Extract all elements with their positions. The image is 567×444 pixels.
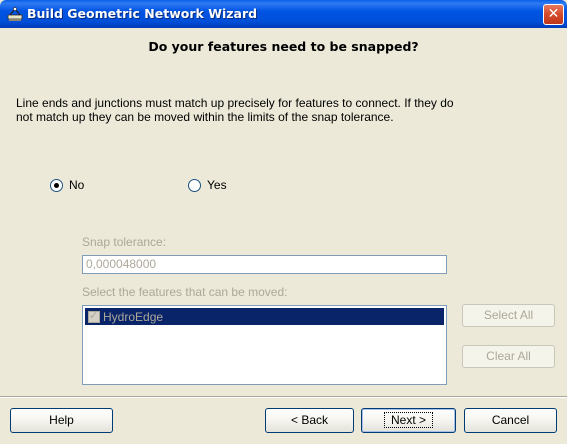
cancel-button[interactable]: Cancel [464,408,557,433]
close-icon: ✕ [547,6,560,22]
next-button[interactable]: Next > [361,408,456,433]
network-wizard-icon [7,7,23,21]
radio-yes[interactable]: Yes [188,178,227,192]
cancel-label: Cancel [491,413,530,427]
select-all-label: Select All [483,308,534,322]
title-bar[interactable]: Build Geometric Network Wizard ✕ [0,0,567,28]
features-listbox[interactable]: HydroEdge [82,305,447,385]
footer-separator [0,396,567,398]
radio-no-label[interactable]: No [69,178,84,192]
feature-checkbox[interactable] [88,309,100,323]
help-label: Help [49,413,74,427]
select-all-button[interactable]: Select All [462,304,555,327]
clear-all-label: Clear All [486,349,531,363]
wizard-window: Build Geometric Network Wizard ✕ Do your… [0,0,567,444]
help-button[interactable]: Help [10,408,113,433]
back-label: < Back [290,413,329,427]
next-label: Next > [383,412,433,428]
clear-all-button[interactable]: Clear All [462,345,555,368]
snap-tolerance-label: Snap tolerance: [82,235,167,249]
feature-label: HydroEdge [103,309,164,324]
radio-yes-button[interactable] [188,178,201,192]
radio-no[interactable]: No [50,178,84,192]
page-description: Line ends and junctions must match up pr… [16,96,454,124]
radio-yes-label[interactable]: Yes [207,178,227,192]
radio-no-button[interactable] [50,178,63,192]
features-list-label: Select the features that can be moved: [82,285,288,299]
back-button[interactable]: < Back [265,408,354,433]
snap-tolerance-input[interactable]: 0,000048000 [82,255,447,274]
page-heading: Do your features need to be snapped? [148,39,419,54]
close-button[interactable]: ✕ [543,4,564,25]
window-title: Build Geometric Network Wizard [27,6,258,21]
list-item[interactable]: HydroEdge [85,308,444,325]
